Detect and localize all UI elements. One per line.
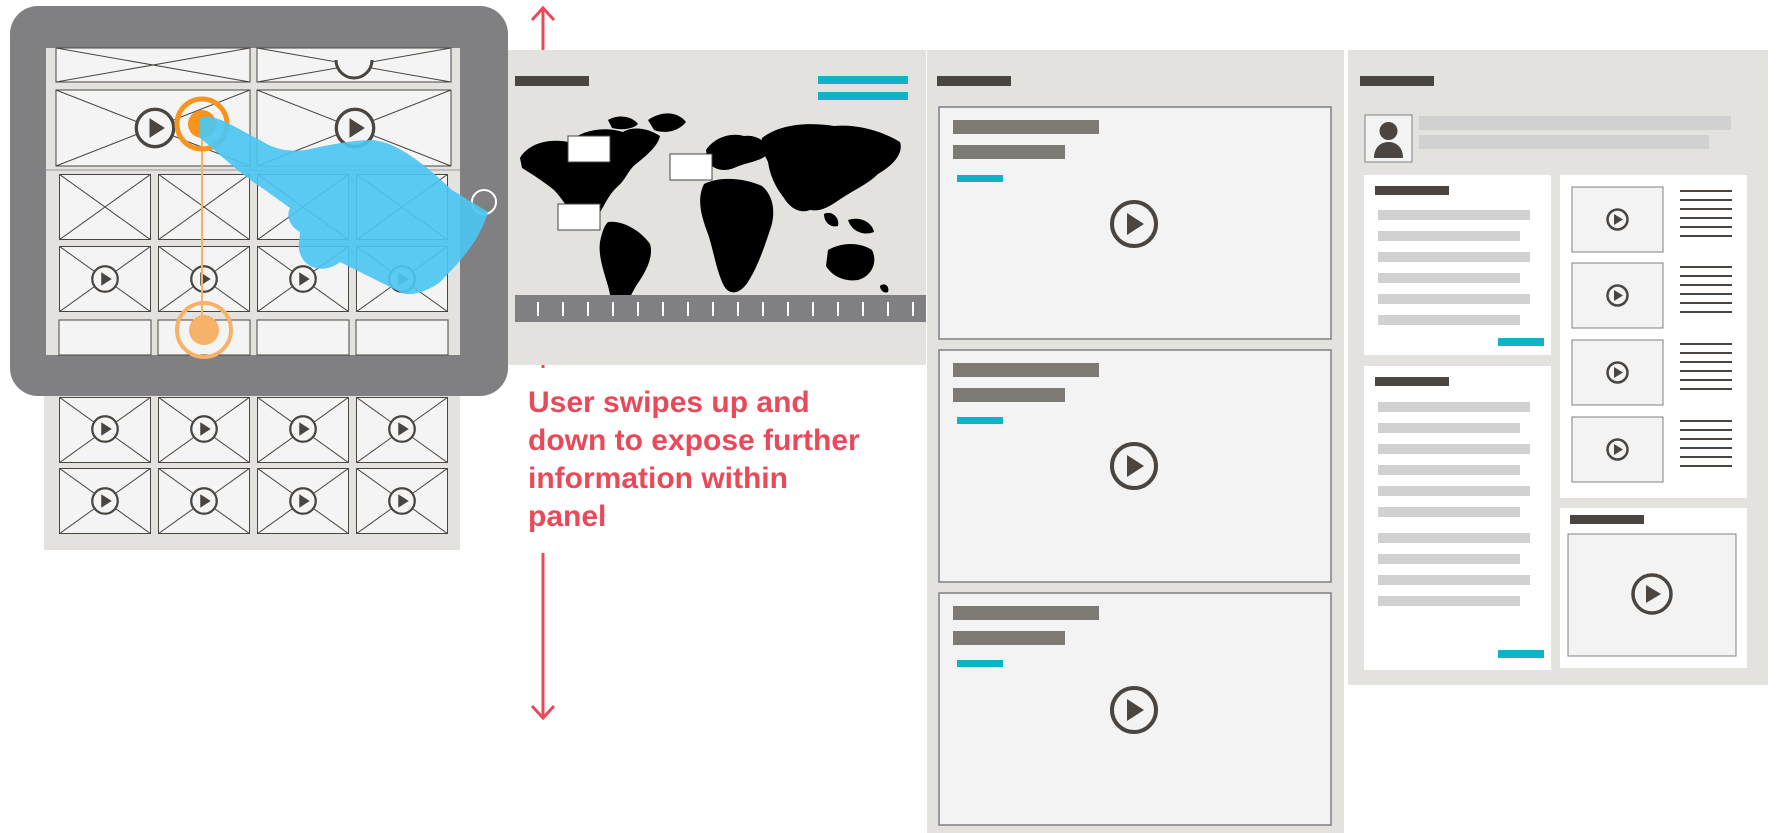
play-icon	[190, 265, 218, 293]
timeline-scrubber[interactable]	[515, 295, 926, 322]
play-icon	[289, 265, 317, 293]
menu-icon[interactable]	[818, 76, 908, 84]
panel-title-bar	[1360, 76, 1434, 86]
map-marker-label[interactable]	[669, 153, 713, 181]
play-icon	[91, 415, 119, 443]
article-card[interactable]	[1364, 366, 1551, 670]
related-videos-list	[1560, 175, 1747, 498]
play-icon	[388, 415, 416, 443]
play-icon	[289, 487, 317, 515]
panel-title-bar	[515, 76, 589, 86]
play-icon	[91, 265, 119, 293]
swipe-annotation: User swipes up and down to expose furthe…	[528, 386, 860, 533]
profile-panel	[1348, 50, 1768, 685]
play-icon	[289, 415, 317, 443]
video-card[interactable]	[938, 349, 1332, 583]
featured-video-card[interactable]	[1560, 508, 1747, 668]
map-marker-label[interactable]	[557, 203, 601, 231]
map-marker-label[interactable]	[567, 135, 611, 163]
panel-title-bar	[937, 76, 1011, 86]
video-card[interactable]	[938, 106, 1332, 340]
play-icon	[134, 107, 176, 149]
play-icon	[190, 487, 218, 515]
play-icon	[91, 487, 119, 515]
tablet-illustration	[10, 6, 508, 550]
play-icon	[190, 415, 218, 443]
video-list-panel	[927, 50, 1344, 833]
video-card[interactable]	[938, 592, 1332, 826]
play-icon	[388, 487, 416, 515]
article-card[interactable]	[1364, 175, 1551, 355]
map-panel	[508, 50, 926, 365]
